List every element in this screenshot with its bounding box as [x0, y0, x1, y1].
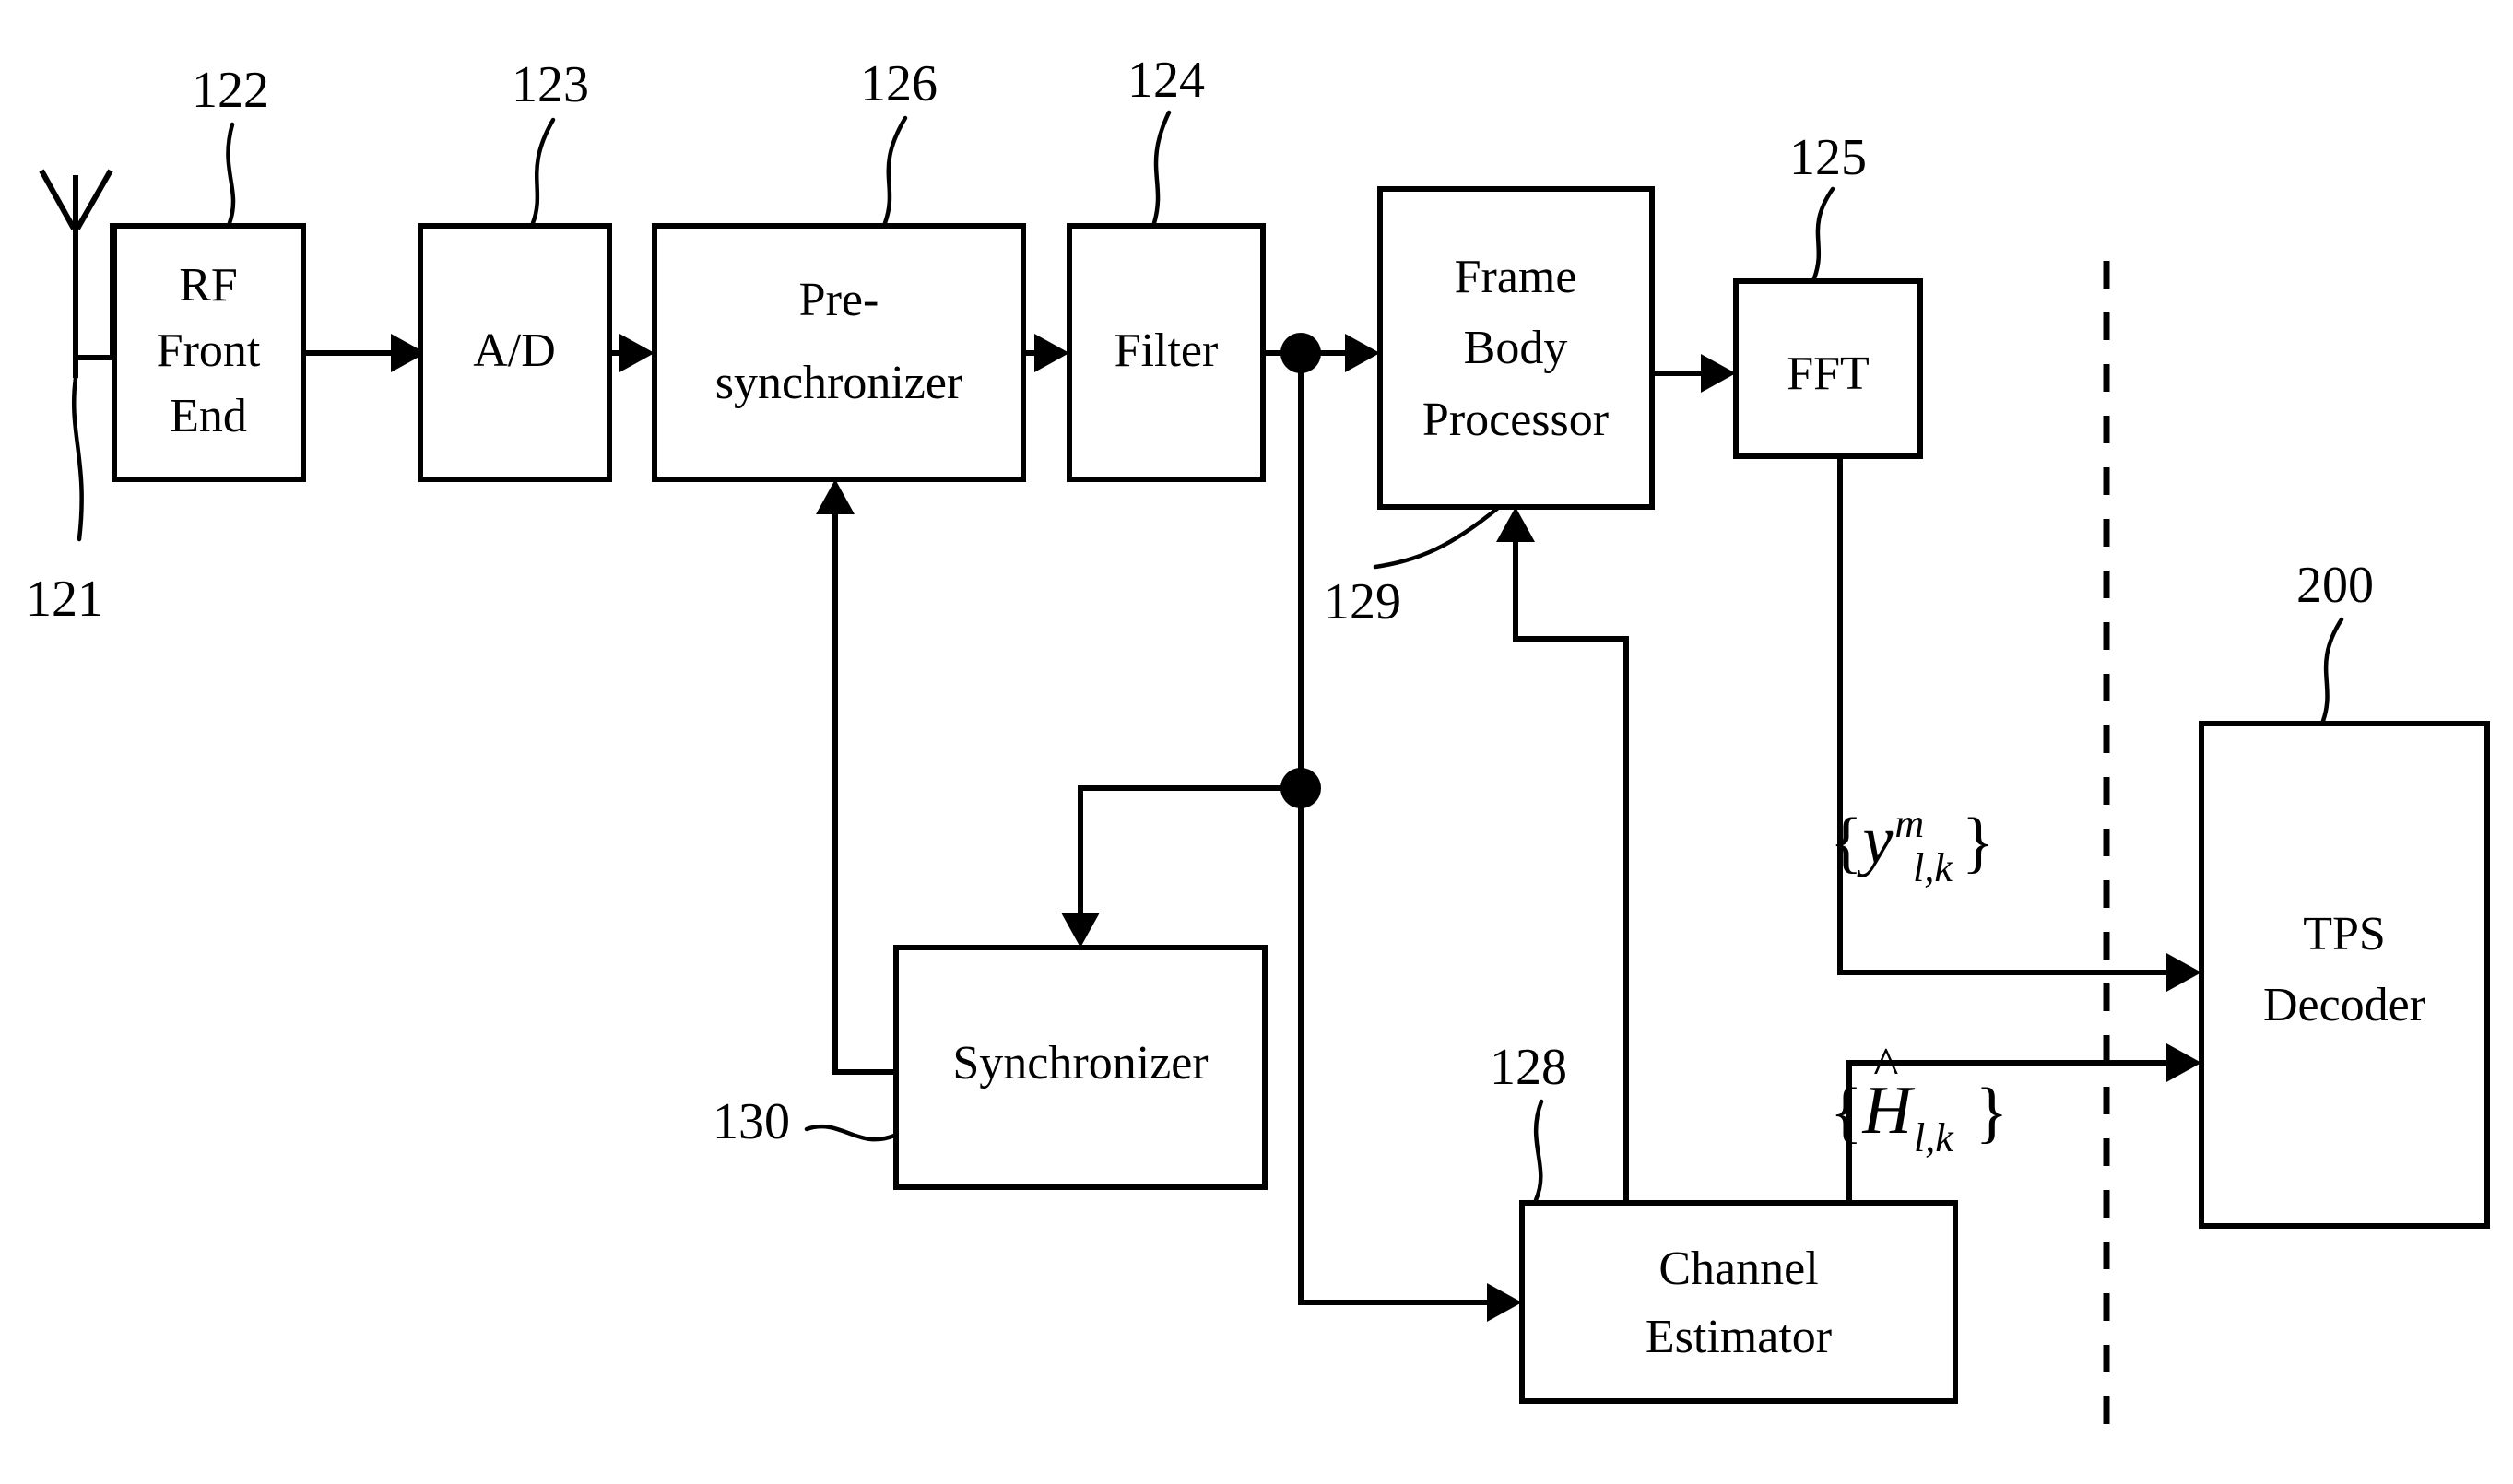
block-label-fft: FFT [1787, 347, 1870, 400]
block-label-frame-body-line2: Body [1464, 322, 1568, 374]
variable-y: y [1862, 803, 1894, 878]
reference-numeral-124: 124 [1127, 52, 1205, 109]
block-label-rf-front-end-line1: RF [179, 259, 238, 312]
wire-synchronizer-to-presync [816, 479, 896, 1075]
block-label-channel-estimator-line1: Channel [1658, 1243, 1818, 1295]
block-label-tps-decoder-line2: Decoder [2263, 979, 2425, 1031]
hat-variable-h: ^ H [1863, 1040, 1912, 1146]
signal-label-fft-output: {yml,k} [1830, 804, 1995, 889]
wire-fft-to-tps [1837, 456, 2201, 992]
lead-line-126 [882, 115, 908, 226]
reference-numeral-121: 121 [26, 571, 103, 628]
lead-line-128 [1533, 1099, 1544, 1203]
block-label-frame-body-line1: Frame [1455, 251, 1577, 303]
arrowhead-into-synchronizer [1061, 913, 1100, 948]
block-channel-estimator[interactable] [1519, 1200, 1958, 1404]
block-label-filter: Filter [1115, 324, 1219, 377]
wire-rf-to-ad [303, 334, 426, 372]
wire-channel-estimator-to-framebody [1496, 507, 1629, 1203]
block-label-rf-front-end-line3: End [170, 390, 247, 442]
lead-line-130 [804, 1124, 897, 1142]
lead-line-125 [1811, 186, 1835, 281]
block-label-frame-body-line3: Processor [1422, 394, 1609, 446]
subscript-lk-y: l,k [1913, 845, 1953, 890]
brace-open-y: { [1830, 805, 1863, 880]
wire-framebody-to-fft [1652, 354, 1736, 393]
reference-numeral-123: 123 [512, 56, 589, 113]
block-label-tps-decoder-line1: TPS [2303, 908, 2386, 960]
block-label-pre-synchronizer-line1: Pre- [799, 274, 879, 326]
lead-line-124 [1151, 110, 1172, 226]
figure-canvas: 121 RF Front End 122 A/D 123 Pre- synchr… [0, 0, 2513, 1484]
block-label-ad-converter: A/D [473, 324, 556, 377]
block-diagram-svg: 121 RF Front End 122 A/D 123 Pre- synchr… [26, 52, 2490, 1438]
hat-accent: ^ [1873, 1036, 1899, 1096]
lead-line-129 [1373, 505, 1501, 570]
block-tps-decoder[interactable] [2199, 721, 2490, 1229]
wire-presync-to-filter [1023, 334, 1069, 372]
reference-numeral-200: 200 [2296, 557, 2374, 614]
lead-line-122 [226, 122, 236, 226]
block-label-synchronizer: Synchronizer [952, 1037, 1208, 1089]
superscript-m: m [1894, 801, 1925, 846]
brace-close-y: } [1961, 805, 1995, 880]
wire-junction-to-synchronizer [1078, 785, 1301, 913]
block-label-pre-synchronizer-line2: synchronizer [715, 357, 963, 409]
signal-label-channel-estimate: {^ Hl,k} [1830, 1040, 2009, 1159]
reference-numeral-126: 126 [860, 55, 938, 112]
block-pre-synchronizer[interactable] [652, 223, 1026, 482]
antenna-symbol [39, 169, 113, 378]
brace-open-h: { [1830, 1075, 1863, 1150]
reference-numeral-129: 129 [1324, 573, 1401, 630]
brace-close-h: } [1975, 1075, 2009, 1150]
subscript-lk-h: l,k [1913, 1115, 1953, 1160]
reference-numeral-122: 122 [192, 62, 269, 119]
lead-line-200 [2320, 617, 2344, 724]
reference-numeral-128: 128 [1490, 1039, 1567, 1096]
reference-numeral-125: 125 [1789, 129, 1867, 186]
lead-line-121 [71, 375, 84, 542]
block-label-channel-estimator-line2: Estimator [1646, 1311, 1832, 1363]
lead-line-123 [530, 117, 556, 226]
reference-numeral-130: 130 [713, 1093, 790, 1150]
arrowhead-into-channel-estimator [1487, 1283, 1522, 1322]
wire-ad-to-presync [609, 334, 655, 372]
block-label-rf-front-end-line2: Front [157, 324, 261, 377]
